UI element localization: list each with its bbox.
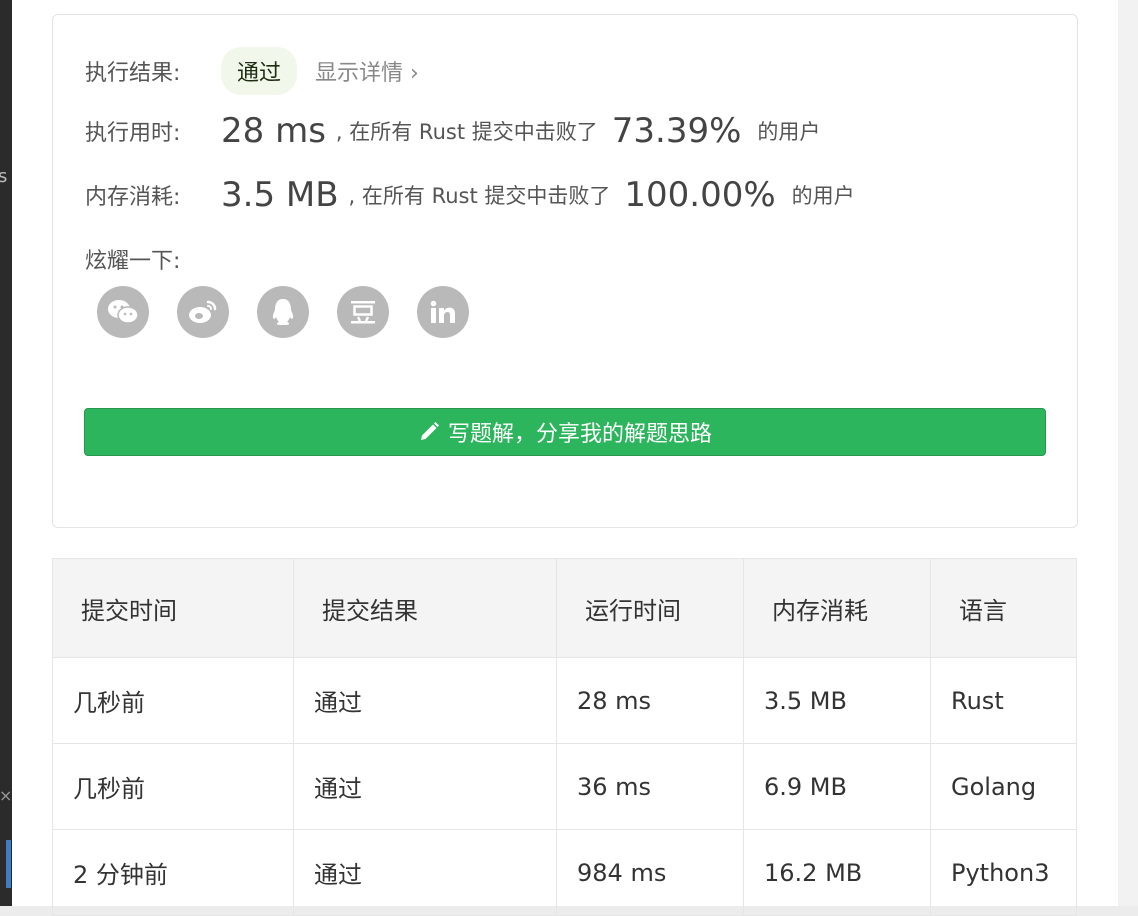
memory-value: 3.5 MB bbox=[221, 175, 339, 215]
editor-fragment: s bbox=[0, 166, 8, 187]
runtime-suffix: 的用户 bbox=[757, 120, 821, 144]
cell-result-link[interactable]: 通过 bbox=[293, 657, 557, 744]
memory-row: 内存消耗: 3.5 MB , 在所有 Rust 提交中击败了 100.00% 的… bbox=[85, 175, 855, 215]
editor-marker bbox=[6, 840, 11, 888]
cell-runtime: 984 ms bbox=[556, 829, 744, 916]
runtime-row: 执行用时: 28 ms , 在所有 Rust 提交中击败了 73.39% 的用户 bbox=[85, 111, 820, 151]
runtime-percent: 73.39% bbox=[611, 111, 742, 151]
table-row: 2 分钟前 通过 984 ms 16.2 MB Python3 bbox=[52, 829, 1077, 916]
runtime-beat-text: , 在所有 Rust 提交中击败了 bbox=[335, 120, 598, 144]
memory-beat-text: , 在所有 Rust 提交中击败了 bbox=[348, 184, 611, 208]
write-solution-button[interactable]: 写题解，分享我的解题思路 bbox=[84, 408, 1046, 456]
table-row: 几秒前 通过 36 ms 6.9 MB Golang bbox=[52, 743, 1077, 830]
header-submit-time[interactable]: 提交时间 bbox=[52, 558, 294, 658]
show-details-link[interactable]: 显示详情 › bbox=[315, 55, 419, 87]
cell-time: 几秒前 bbox=[52, 657, 294, 744]
cell-time: 几秒前 bbox=[52, 743, 294, 830]
submissions-table: 提交时间 提交结果 运行时间 内存消耗 语言 几秒前 通过 28 ms 3.5 … bbox=[52, 558, 1077, 916]
share-row: 炫耀一下: bbox=[85, 243, 221, 275]
result-row: 执行结果: 通过 显示详情 › bbox=[85, 47, 419, 95]
header-submit-result[interactable]: 提交结果 bbox=[293, 558, 557, 658]
runtime-value: 28 ms bbox=[221, 111, 326, 151]
cell-runtime: 28 ms bbox=[556, 657, 744, 744]
cell-memory: 6.9 MB bbox=[743, 743, 931, 830]
table-header-row: 提交时间 提交结果 运行时间 内存消耗 语言 bbox=[52, 558, 1077, 658]
cell-time: 2 分钟前 bbox=[52, 829, 294, 916]
header-runtime[interactable]: 运行时间 bbox=[556, 558, 744, 658]
cell-language: Python3 bbox=[930, 829, 1077, 916]
header-language[interactable]: 语言 bbox=[930, 558, 1077, 658]
right-gutter bbox=[1118, 0, 1138, 906]
memory-label: 内存消耗: bbox=[85, 185, 181, 210]
left-editor-strip: s × bbox=[0, 0, 12, 906]
douban-icon[interactable] bbox=[337, 286, 389, 338]
status-badge: 通过 bbox=[221, 47, 298, 95]
write-solution-label: 写题解，分享我的解题思路 bbox=[447, 422, 712, 447]
result-label: 执行结果: bbox=[85, 61, 181, 86]
memory-suffix: 的用户 bbox=[791, 184, 855, 208]
cell-language: Rust bbox=[930, 657, 1077, 744]
table-row: 几秒前 通过 28 ms 3.5 MB Rust bbox=[52, 657, 1077, 744]
linkedin-icon[interactable] bbox=[417, 286, 469, 338]
cell-runtime: 36 ms bbox=[556, 743, 744, 830]
close-icon[interactable]: × bbox=[0, 786, 12, 805]
cell-memory: 16.2 MB bbox=[743, 829, 931, 916]
wechat-icon[interactable] bbox=[97, 286, 149, 338]
cell-language: Golang bbox=[930, 743, 1077, 830]
submission-panel: 执行结果: 通过 显示详情 › 执行用时: 28 ms , 在所有 Rust 提… bbox=[12, 0, 1118, 916]
runtime-label: 执行用时: bbox=[85, 121, 181, 146]
qq-icon[interactable] bbox=[257, 286, 309, 338]
header-memory[interactable]: 内存消耗 bbox=[743, 558, 931, 658]
share-icons bbox=[97, 286, 469, 338]
pencil-icon bbox=[418, 421, 440, 443]
weibo-icon[interactable] bbox=[177, 286, 229, 338]
share-label: 炫耀一下: bbox=[85, 249, 181, 274]
result-card: 执行结果: 通过 显示详情 › 执行用时: 28 ms , 在所有 Rust 提… bbox=[52, 14, 1078, 528]
cell-result-link[interactable]: 通过 bbox=[293, 743, 557, 830]
cell-result-link[interactable]: 通过 bbox=[293, 829, 557, 916]
cell-memory: 3.5 MB bbox=[743, 657, 931, 744]
memory-percent: 100.00% bbox=[624, 175, 776, 215]
